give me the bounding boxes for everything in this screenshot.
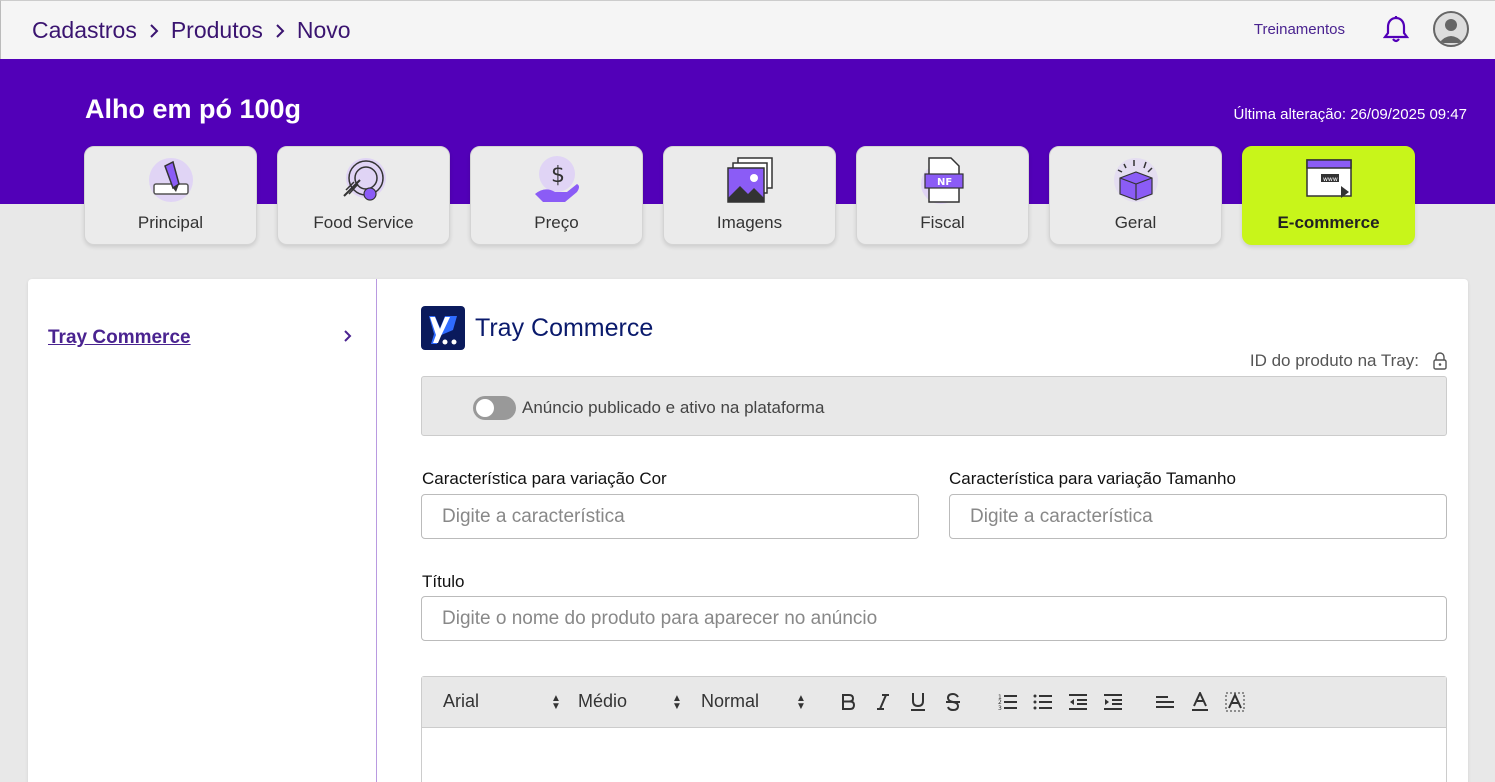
svg-text:$: $ xyxy=(551,163,565,188)
main-panel: Tray Commerce Tray Commerce ID do produt… xyxy=(28,279,1468,782)
tab-geral[interactable]: Geral xyxy=(1049,146,1222,245)
outdent-icon[interactable] xyxy=(1066,690,1090,714)
paragraph-select[interactable]: Normal ▲ ▼ xyxy=(701,691,809,712)
bell-icon[interactable] xyxy=(1381,14,1411,44)
breadcrumb: Cadastros Produtos Novo xyxy=(32,17,351,44)
images-icon xyxy=(723,153,777,207)
publish-toggle-bar: Anúncio publicado e ativo na plataforma xyxy=(421,376,1447,436)
svg-text:NF: NF xyxy=(937,177,952,188)
font-size-value: Médio xyxy=(578,691,628,711)
chevron-right-icon xyxy=(343,328,353,349)
highlight-color-icon[interactable] xyxy=(1223,690,1247,714)
tray-heading: Tray Commerce xyxy=(421,306,653,350)
sidebar-item-label: Tray Commerce xyxy=(48,327,191,348)
tray-logo-icon xyxy=(421,306,465,350)
svg-text:3: 3 xyxy=(998,705,1002,711)
toggle-knob xyxy=(476,399,494,417)
box-icon xyxy=(1109,153,1163,207)
tray-title: Tray Commerce xyxy=(475,313,654,342)
top-bar: Cadastros Produtos Novo Treinamentos xyxy=(0,0,1495,59)
tab-label: Food Service xyxy=(313,213,414,232)
tray-id-label: ID do produto na Tray: xyxy=(1249,351,1419,370)
plate-icon xyxy=(337,153,391,207)
svg-text:www: www xyxy=(1323,176,1338,183)
tab-principal[interactable]: Principal xyxy=(84,146,257,245)
last-change-timestamp: Última alteração: 26/09/2025 09:47 xyxy=(1233,106,1468,123)
tab-preco[interactable]: $ Preço xyxy=(470,146,643,245)
tab-label: E-commerce xyxy=(1277,213,1380,232)
tab-imagens[interactable]: Imagens xyxy=(663,146,836,245)
size-variation-label: Característica para variação Tamanho xyxy=(949,469,1236,488)
color-variation-label: Característica para variação Cor xyxy=(422,469,667,488)
italic-button[interactable] xyxy=(871,690,895,714)
select-arrows-icon: ▲ ▼ xyxy=(796,693,806,712)
strikethrough-button[interactable] xyxy=(941,690,965,714)
description-editor: Arial ▲ ▼ Médio ▲ ▼ Normal ▲ ▼ 1 2 3 xyxy=(421,676,1447,782)
select-arrows-icon: ▲ ▼ xyxy=(672,693,682,712)
text-color-icon[interactable] xyxy=(1188,690,1212,714)
ordered-list-icon[interactable]: 123 xyxy=(996,690,1020,714)
bullet-list-icon[interactable] xyxy=(1031,690,1055,714)
tray-product-id: ID do produto na Tray: xyxy=(1250,351,1447,371)
breadcrumb-novo: Novo xyxy=(296,17,351,43)
publish-toggle[interactable] xyxy=(473,396,516,420)
tab-label: Principal xyxy=(137,213,204,232)
sidebar-item-tray-commerce[interactable]: Tray Commerce xyxy=(48,327,353,349)
title-label: Título xyxy=(422,572,465,591)
underline-button[interactable] xyxy=(906,690,930,714)
editor-toolbar: Arial ▲ ▼ Médio ▲ ▼ Normal ▲ ▼ 1 2 3 xyxy=(422,677,1446,728)
color-variation-input[interactable] xyxy=(421,494,919,539)
price-hand-icon: $ xyxy=(530,153,584,207)
font-family-select[interactable]: Arial ▲ ▼ xyxy=(443,691,561,712)
browser-icon: www xyxy=(1302,153,1356,207)
integration-sidebar: Tray Commerce xyxy=(28,279,377,782)
tab-label: Preço xyxy=(534,213,579,232)
size-variation-input[interactable] xyxy=(949,494,1447,539)
tab-label: Fiscal xyxy=(920,213,965,232)
pencil-icon xyxy=(144,153,198,207)
chevron-right-icon xyxy=(275,23,285,39)
breadcrumb-produtos[interactable]: Produtos xyxy=(171,17,263,44)
align-icon[interactable] xyxy=(1153,690,1177,714)
top-right-actions: Treinamentos xyxy=(1254,11,1469,47)
lock-icon xyxy=(1433,352,1447,370)
indent-icon[interactable] xyxy=(1101,690,1125,714)
user-avatar[interactable] xyxy=(1433,11,1469,47)
tab-label: Imagens xyxy=(716,213,783,232)
paragraph-value: Normal xyxy=(701,691,760,711)
select-arrows-icon: ▲ ▼ xyxy=(551,693,561,712)
nf-document-icon: NF xyxy=(916,153,970,207)
bold-button[interactable] xyxy=(836,690,860,714)
font-size-select[interactable]: Médio ▲ ▼ xyxy=(578,691,686,712)
chevron-right-icon xyxy=(149,23,159,39)
publish-toggle-label: Anúncio publicado e ativo na plataforma xyxy=(522,398,825,417)
breadcrumb-cadastros[interactable]: Cadastros xyxy=(32,17,137,44)
tab-food-service[interactable]: Food Service xyxy=(277,146,450,245)
title-input[interactable] xyxy=(421,596,1447,641)
tab-e-commerce[interactable]: www E-commerce xyxy=(1242,146,1415,245)
product-title: Alho em pó 100g xyxy=(85,94,302,124)
training-link[interactable]: Treinamentos xyxy=(1254,21,1345,38)
tab-fiscal[interactable]: NF Fiscal xyxy=(856,146,1029,245)
product-tabs: Principal Food Service $ Preço Imagens N… xyxy=(84,146,1415,245)
tab-label: Geral xyxy=(1114,213,1157,232)
font-family-value: Arial xyxy=(443,691,480,711)
